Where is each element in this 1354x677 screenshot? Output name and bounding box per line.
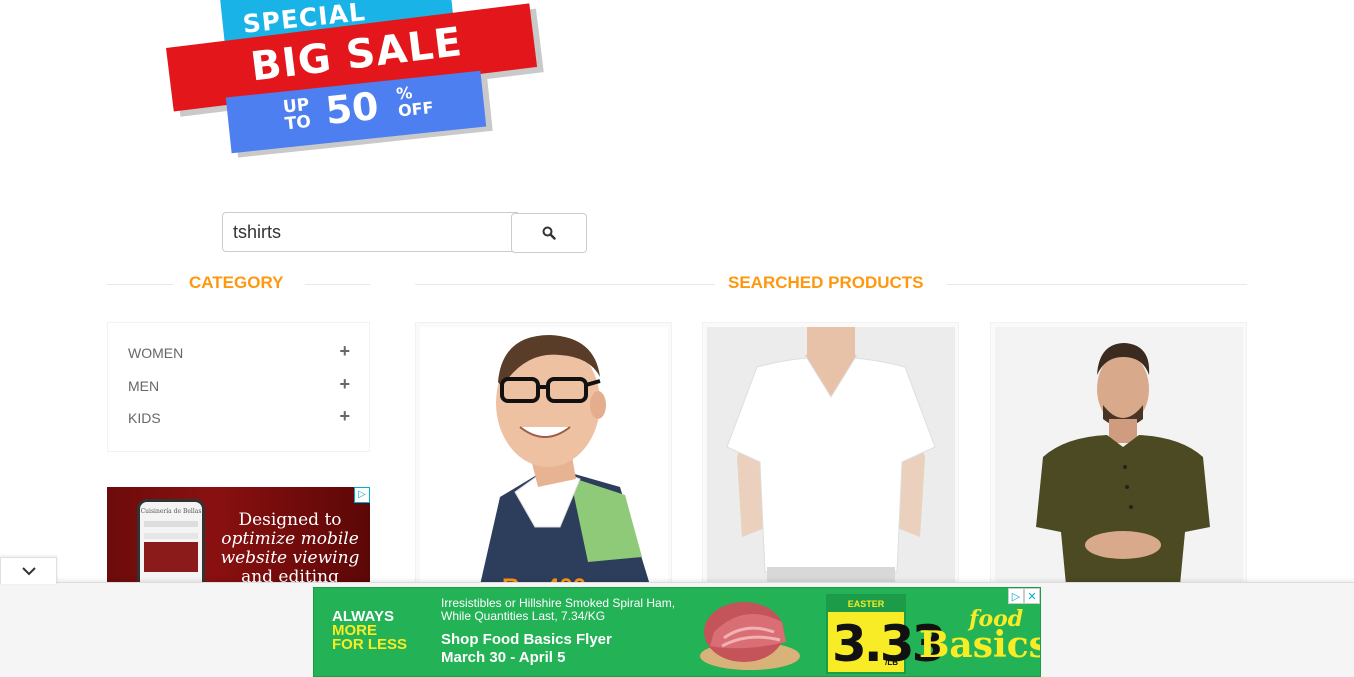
heading-divider (305, 284, 370, 285)
plus-icon[interactable]: + (339, 341, 350, 362)
phone-caption: Cuisinería de Bellas (140, 508, 202, 515)
banner-up-to-text: UP TO (282, 95, 312, 135)
product-image[interactable] (707, 327, 955, 583)
sidebar-ad[interactable]: Cuisinería de Bellas Designed to optimiz… (107, 487, 370, 582)
heading-divider (107, 284, 173, 285)
category-panel: WOMEN + MEN + KIDS + (107, 322, 370, 452)
sidebar-ad-line: Designed to (238, 510, 342, 530)
ad-price-unit: /LB (885, 658, 898, 667)
search-button[interactable] (511, 213, 587, 253)
ad-for-less-text: FOR LESS (332, 636, 408, 653)
category-item-label: MEN (128, 378, 160, 394)
category-item-kids[interactable]: KIDS + (128, 406, 350, 430)
phone-image: Cuisinería de Bellas (137, 499, 205, 582)
ad-cta: Shop Food Basics Flyer March 30 - April … (441, 631, 612, 667)
category-item-label: KIDS (128, 410, 161, 426)
product-card[interactable] (990, 322, 1247, 584)
category-item-men[interactable]: MEN + (128, 374, 350, 398)
product-photo-olive-shirt (995, 327, 1243, 583)
ad-cta-date: March 30 - April 5 (441, 649, 566, 666)
banner-to-text: TO (283, 111, 312, 135)
product-image[interactable] (995, 327, 1243, 583)
search-icon (542, 226, 556, 240)
collapse-ad-button[interactable] (0, 557, 57, 584)
special-offer-banner[interactable]: SPECIAL OFFER BIG SALE UP TO 50 % OFF (160, 0, 555, 154)
plus-icon[interactable]: + (339, 374, 350, 395)
banner-off-label: OFF (397, 97, 435, 121)
category-item-women[interactable]: WOMEN + (128, 341, 350, 365)
heading-divider (415, 284, 715, 285)
category-heading: CATEGORY (107, 273, 370, 293)
sidebar-ad-text: Designed to optimize mobile website view… (215, 510, 365, 583)
category-title: CATEGORY (189, 273, 284, 292)
ad-easter-savings: EASTER SAVINGS (828, 596, 904, 625)
searched-products-title: SEARCHED PRODUCTS (728, 273, 924, 292)
banner-percent-value: 50 (323, 83, 381, 134)
chevron-down-icon (21, 567, 36, 576)
ad-description-line: While Quantities Last, 7.34/KG (441, 609, 606, 623)
adchoices-icon[interactable]: ▷ (1008, 588, 1024, 604)
ad-price-box: EASTER SAVINGS 3.33 /LB (826, 594, 946, 674)
brand-basics-text: Basics (919, 624, 1041, 666)
ad-always-more-for-less: ALWAYS MORE FOR LESS (332, 609, 408, 653)
product-image[interactable] (420, 327, 668, 583)
product-card[interactable] (415, 322, 672, 584)
searched-products-heading: SEARCHED PRODUCTS (415, 273, 1247, 293)
search-input[interactable] (222, 212, 518, 252)
product-card[interactable] (702, 322, 959, 584)
ad-controls: ▷ ✕ (1008, 588, 1040, 604)
ham-image (700, 602, 800, 670)
plus-icon[interactable]: + (339, 406, 350, 427)
food-basics-ad[interactable]: ALWAYS MORE FOR LESS Irresistibles or Hi… (313, 587, 1041, 677)
ad-cta-line: Shop Food Basics Flyer (441, 631, 612, 648)
category-item-label: WOMEN (128, 345, 184, 361)
heading-divider (947, 284, 1247, 285)
banner-off-text: % OFF (395, 82, 434, 120)
sidebar-ad-line: optimize mobile (221, 529, 359, 549)
adchoices-icon[interactable]: ▷ (354, 487, 370, 503)
close-icon[interactable]: ✕ (1024, 588, 1040, 604)
sidebar-ad-line: and editing (241, 567, 339, 583)
sidebar-ad-line: website viewing (220, 548, 360, 568)
product-photo-man-glasses (420, 327, 668, 583)
ad-description: Irresistibles or Hillshire Smoked Spiral… (441, 597, 675, 623)
product-photo-white-tshirt (707, 327, 955, 583)
